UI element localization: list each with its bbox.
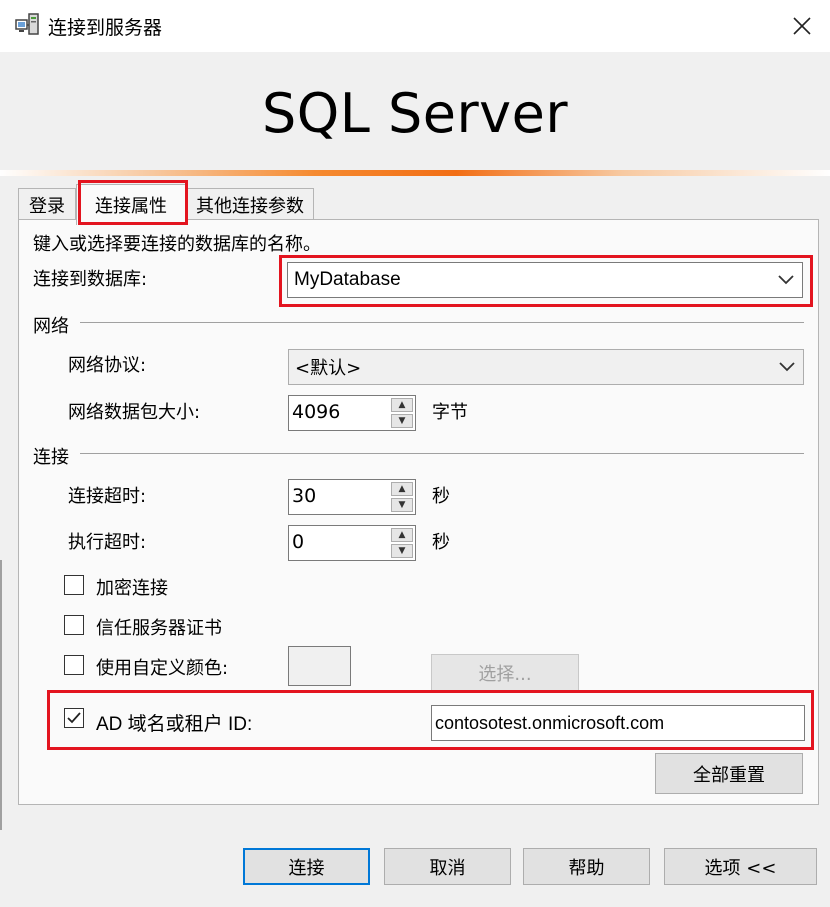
spin-down-button[interactable]: ▼ [391,414,413,428]
chevron-down-icon [779,362,795,372]
packet-size-label: 网络数据包大小: [68,402,201,423]
tab-connection-properties[interactable]: 连接属性 [76,184,186,225]
connection-timeout-stepper[interactable]: 30 ▲ ▼ [288,479,416,515]
spin-up-button[interactable]: ▲ [391,398,413,412]
spin-up-button[interactable]: ▲ [391,482,413,496]
connection-heading: 连接 [33,447,69,468]
connection-timeout-value: 30 [292,485,317,507]
spin-up-button[interactable]: ▲ [391,528,413,542]
execution-timeout-stepper[interactable]: 0 ▲ ▼ [288,525,416,561]
checkmark-icon [67,712,81,724]
protocol-label: 网络协议: [68,355,147,376]
protocol-select[interactable]: <默认> [288,349,804,385]
custom-color-label: 使用自定义颜色: [96,658,229,679]
server-connect-icon [14,12,42,38]
encrypt-checkbox[interactable] [64,575,84,595]
tab-login[interactable]: 登录 [18,188,76,220]
ad-domain-label: AD 域名或租户 ID: [96,714,253,735]
database-value: MyDatabase [294,269,401,290]
execution-timeout-unit: 秒 [432,532,450,553]
connection-timeout-label: 连接超时: [68,486,147,507]
packet-size-unit: 字节 [432,402,468,423]
instruction-text: 键入或选择要连接的数据库的名称。 [33,234,321,255]
chevron-down-icon [778,275,794,285]
packet-size-stepper[interactable]: 4096 ▲ ▼ [288,395,416,431]
spin-down-button[interactable]: ▼ [391,498,413,512]
help-button[interactable]: 帮助 [523,848,650,885]
options-button[interactable]: 选项 << [664,848,817,885]
network-heading: 网络 [33,316,69,337]
color-swatch[interactable] [288,646,351,686]
reset-all-button[interactable]: 全部重置 [655,753,803,794]
tab-additional-parameters[interactable]: 其他连接参数 [186,188,314,220]
ad-domain-input[interactable]: contosotest.onmicrosoft.com [431,705,805,741]
encrypt-label: 加密连接 [96,578,168,599]
close-icon [793,17,811,35]
execution-timeout-label: 执行超时: [68,532,147,553]
connect-button[interactable]: 连接 [243,848,370,885]
connection-divider [80,453,804,454]
product-name: SQL Server [261,82,569,145]
database-label: 连接到数据库: [33,269,148,290]
database-select[interactable]: MyDatabase [287,262,803,298]
trust-certificate-label: 信任服务器证书 [96,618,222,639]
protocol-value: <默认> [295,358,362,379]
trust-certificate-checkbox[interactable] [64,615,84,635]
network-divider [80,322,804,323]
ad-domain-checkbox[interactable] [64,708,84,728]
choose-color-button[interactable]: 选择... [431,654,579,692]
packet-size-value: 4096 [292,401,341,423]
close-button[interactable] [780,5,824,47]
custom-color-checkbox[interactable] [64,655,84,675]
spin-down-button[interactable]: ▼ [391,544,413,558]
window-left-border [0,560,2,830]
connection-timeout-unit: 秒 [432,486,450,507]
window-title: 连接到服务器 [48,17,163,39]
cancel-button[interactable]: 取消 [384,848,511,885]
execution-timeout-value: 0 [292,531,305,553]
